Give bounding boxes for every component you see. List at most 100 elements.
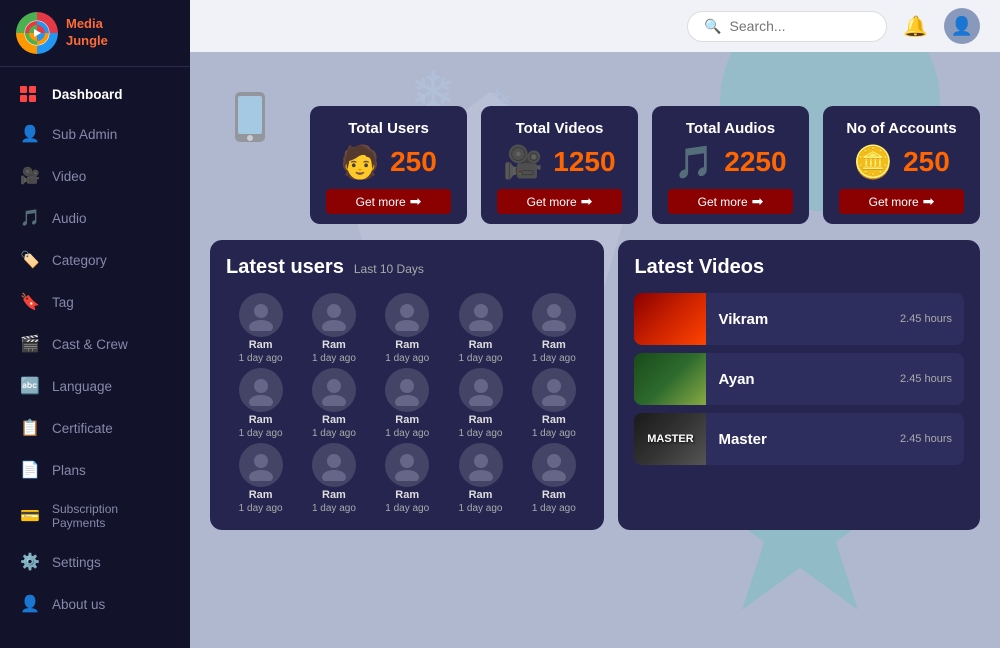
user-item: Ram 1 day ago <box>519 368 588 439</box>
sidebar-item-dashboard[interactable]: Dashboard <box>0 75 190 113</box>
video-item[interactable]: Vikram 2.45 hours <box>634 293 964 345</box>
video-item[interactable]: MASTER Master 2.45 hours <box>634 413 964 465</box>
user-avatar <box>312 443 356 487</box>
user-item: Ram 1 day ago <box>226 293 295 364</box>
get-more-videos-label: Get more <box>527 195 577 209</box>
stat-card-no-of-accounts: No of Accounts 🪙 250 Get more ➡ <box>823 106 980 224</box>
video-info: Vikram <box>718 311 888 328</box>
stat-value-no-of-accounts: 250 <box>903 146 950 178</box>
user-name: Ram <box>322 489 346 501</box>
user-time: 1 day ago <box>312 353 356 364</box>
user-avatar <box>239 293 283 337</box>
get-more-users-label: Get more <box>356 195 406 209</box>
stat-card-total-users: Total Users 🧑 250 Get more ➡ <box>310 106 467 224</box>
stat-value-total-audios: 2250 <box>724 146 786 178</box>
user-item: Ram 1 day ago <box>299 368 368 439</box>
sidebar-item-audio[interactable]: 🎵 Audio <box>0 197 190 239</box>
stat-value-total-users: 250 <box>390 146 437 178</box>
user-time: 1 day ago <box>239 503 283 514</box>
user-time: 1 day ago <box>312 428 356 439</box>
user-time: 1 day ago <box>312 503 356 514</box>
user-avatar <box>385 368 429 412</box>
user-time: 1 day ago <box>385 503 429 514</box>
video-item[interactable]: Ayan 2.45 hours <box>634 353 964 405</box>
sidebar-item-tag[interactable]: 🔖 Tag <box>0 281 190 323</box>
sub-admin-label: Sub Admin <box>52 127 117 142</box>
search-icon: 🔍 <box>704 18 721 35</box>
latest-users-subtitle: Last 10 Days <box>354 262 424 276</box>
get-more-users-link[interactable]: Get more ➡ <box>326 189 451 214</box>
plans-label: Plans <box>52 463 86 478</box>
dashboard-icon <box>20 86 40 102</box>
sidebar-item-about[interactable]: 👤 About us <box>0 583 190 625</box>
user-avatar <box>312 293 356 337</box>
language-icon: 🔤 <box>20 376 40 396</box>
sidebar-item-certificate[interactable]: 📋 Certificate <box>0 407 190 449</box>
sidebar-item-subscription[interactable]: 💳 Subscription Payments <box>0 491 190 541</box>
user-name: Ram <box>249 489 273 501</box>
latest-videos-card: Latest Videos Vikram 2.45 hours Ayan 2.4… <box>618 240 980 530</box>
main-content: 🔍 🔔 👤 ❄ ❄ <box>190 0 1000 648</box>
stats-section: Total Users 🧑 250 Get more ➡ Total Video… <box>190 82 1000 240</box>
get-more-videos-link[interactable]: Get more ➡ <box>497 189 622 214</box>
sidebar-item-cast-crew[interactable]: 🎬 Cast & Crew <box>0 323 190 365</box>
certificate-label: Certificate <box>52 421 113 436</box>
stat-cards-container: Total Users 🧑 250 Get more ➡ Total Video… <box>310 106 980 224</box>
get-more-audios-link[interactable]: Get more ➡ <box>668 189 793 214</box>
audio-icon: 🎵 <box>20 208 40 228</box>
category-label: Category <box>52 253 107 268</box>
user-time: 1 day ago <box>239 428 283 439</box>
search-bar[interactable]: 🔍 <box>687 11 887 42</box>
video-thumbnail <box>634 293 706 345</box>
user-item: Ram 1 day ago <box>373 293 442 364</box>
user-time: 1 day ago <box>532 503 576 514</box>
tag-icon: 🔖 <box>20 292 40 312</box>
stat-icon-accounts: 🪙 <box>853 143 893 181</box>
get-more-audios-label: Get more <box>698 195 748 209</box>
user-item: Ram 1 day ago <box>226 443 295 514</box>
header: 🔍 🔔 👤 <box>190 0 1000 52</box>
about-icon: 👤 <box>20 594 40 614</box>
user-name: Ram <box>469 414 493 426</box>
sidebar-item-language[interactable]: 🔤 Language <box>0 365 190 407</box>
users-grid: Ram 1 day ago Ram 1 day ago Ram 1 day ag… <box>226 293 588 514</box>
user-name: Ram <box>542 414 566 426</box>
user-name: Ram <box>395 339 419 351</box>
user-avatar <box>459 443 503 487</box>
user-name: Ram <box>395 414 419 426</box>
stat-value-total-videos: 1250 <box>553 146 615 178</box>
arrow-right-icon-4: ➡ <box>923 193 935 210</box>
sidebar-item-settings[interactable]: ⚙️ Settings <box>0 541 190 583</box>
about-label: About us <box>52 597 105 612</box>
certificate-icon: 📋 <box>20 418 40 438</box>
subscription-icon: 💳 <box>20 506 40 526</box>
sidebar-item-plans[interactable]: 📄 Plans <box>0 449 190 491</box>
nav-items: Dashboard 👤 Sub Admin 🎥 Video 🎵 Audio 🏷️… <box>0 67 190 648</box>
latest-users-card: Latest users Last 10 Days Ram 1 day ago … <box>210 240 604 530</box>
user-item: Ram 1 day ago <box>226 368 295 439</box>
hero-illustration <box>200 72 300 184</box>
arrow-right-icon: ➡ <box>410 193 422 210</box>
stat-icon-audios: 🎵 <box>674 143 714 181</box>
plans-icon: 📄 <box>20 460 40 480</box>
video-thumbnail <box>634 353 706 405</box>
logo-text: Media Jungle <box>66 16 108 50</box>
sidebar-item-category[interactable]: 🏷️ Category <box>0 239 190 281</box>
bell-icon[interactable]: 🔔 <box>903 14 928 39</box>
user-time: 1 day ago <box>459 503 503 514</box>
video-duration: 2.45 hours <box>900 373 952 385</box>
video-title: Vikram <box>718 311 888 328</box>
thumb-text: MASTER <box>647 433 693 445</box>
user-item: Ram 1 day ago <box>373 368 442 439</box>
search-input[interactable] <box>730 18 870 34</box>
sidebar: Media Jungle Dashboard 👤 Sub Admin 🎥 Vid… <box>0 0 190 648</box>
video-duration: 2.45 hours <box>900 433 952 445</box>
sidebar-item-sub-admin[interactable]: 👤 Sub Admin <box>0 113 190 155</box>
avatar[interactable]: 👤 <box>944 8 980 44</box>
user-avatar <box>312 368 356 412</box>
user-time: 1 day ago <box>385 353 429 364</box>
video-title: Master <box>718 431 888 448</box>
sidebar-item-video[interactable]: 🎥 Video <box>0 155 190 197</box>
get-more-accounts-link[interactable]: Get more ➡ <box>839 189 964 214</box>
language-label: Language <box>52 379 112 394</box>
